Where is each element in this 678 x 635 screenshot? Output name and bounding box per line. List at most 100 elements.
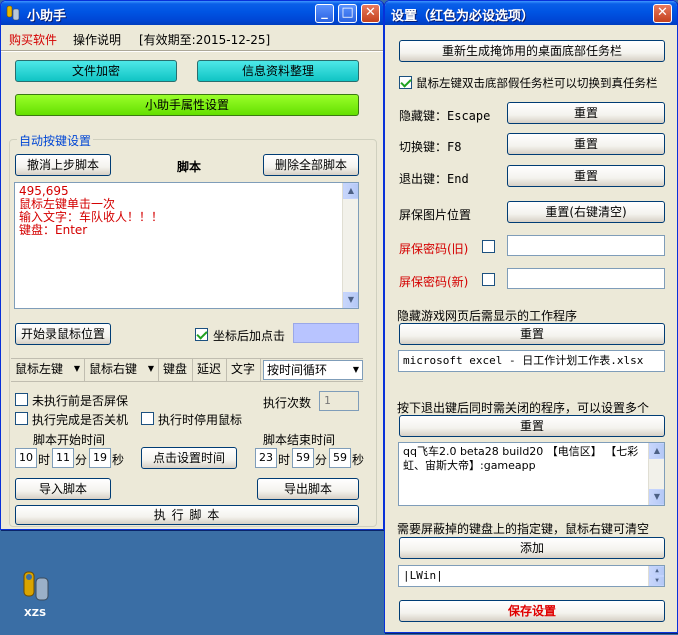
regen-taskbar-button[interactable]: 重新生成掩饰用的桌面底部任务栏 [399, 40, 665, 62]
close-button[interactable]: ✕ [361, 4, 380, 23]
pwd-old-input[interactable] [507, 235, 665, 256]
scroll-up-icon[interactable]: ▲ [343, 183, 358, 199]
close-programs-textarea[interactable]: qq飞车2.0 beta28 build20 【电信区】 【七彩虹、宙斯大帝】:… [398, 442, 665, 506]
pwd-new-label: 屏保密码(新) [399, 275, 469, 289]
scroll-down-icon[interactable]: ▼ [343, 292, 358, 308]
hidden-program-input[interactable]: microsoft excel - 日工作计划工作表.xlsx [398, 350, 665, 372]
close-programs-reset-button[interactable]: 重置 [399, 415, 665, 437]
start-hour-input[interactable]: 10 [15, 448, 37, 468]
coord-color-swatch[interactable] [293, 323, 359, 343]
main-window-title: 小助手 [27, 9, 67, 24]
dblclick-taskbar-checkbox[interactable] [399, 76, 412, 89]
unit-minute: 分 [315, 453, 328, 467]
dropdown-arrow-icon: ▼ [147, 364, 154, 373]
file-encrypt-button[interactable]: 文件加密 [15, 60, 177, 82]
dblclick-taskbar-label: 鼠标左键双击底部假任务栏可以切换到真任务栏 [416, 76, 658, 90]
helper-settings-button[interactable]: 小助手属性设置 [15, 94, 359, 116]
start-second-input[interactable]: 19 [89, 448, 111, 468]
script-textarea[interactable]: 495,695 鼠标左键单击一次 输入文字：车队收人！！！ 键盘：Enter ▲… [14, 182, 359, 309]
dropdown-arrow-icon: ▼ [73, 364, 80, 373]
minimize-button[interactable]: _ [315, 4, 334, 23]
pwd-new-checkbox[interactable] [482, 273, 495, 286]
set-time-button[interactable]: 点击设置时间 [141, 447, 237, 469]
script-scrollbar[interactable]: ▲ ▼ [342, 183, 358, 308]
delay-button[interactable]: 延迟 [193, 359, 227, 381]
coord-click-checkbox[interactable] [195, 328, 208, 341]
action-toolbar: 鼠标左键 ▼ 鼠标右键 ▼ 键盘 延迟 文字 按时间循环 ▼ [11, 358, 363, 382]
export-script-button[interactable]: 导出脚本 [257, 478, 359, 500]
exit-key-label: 退出键：End [399, 172, 469, 186]
settings-titlebar[interactable]: 设置（红色为必设选项） ✕ [385, 1, 677, 25]
pwd-new-input[interactable] [507, 268, 665, 289]
settings-window: 设置（红色为必设选项） ✕ 重新生成掩饰用的桌面底部任务栏 鼠标左键双击底部假任… [384, 0, 678, 633]
expiry-text: [有效期至:2015-12-25] [139, 33, 271, 47]
add-block-key-button[interactable]: 添加 [399, 537, 665, 559]
exec-count-label: 执行次数 [263, 396, 312, 410]
desktop-app-icon[interactable] [18, 568, 58, 608]
save-settings-button[interactable]: 保存设置 [399, 600, 665, 622]
hidden-program-reset-button[interactable]: 重置 [399, 323, 665, 345]
main-titlebar[interactable]: 小助手 _ □ ✕ [1, 1, 383, 25]
right-click-dropdown[interactable]: 鼠标右键 ▼ [85, 359, 159, 381]
screensaver-before-label: 未执行前是否屏保 [32, 394, 129, 408]
stop-mouse-checkbox[interactable] [141, 412, 154, 425]
autokey-group-title: 自动按键设置 [17, 132, 94, 149]
block-keys-label: 需要屏蔽掉的键盘上的指定键，鼠标右键可清空 [397, 522, 650, 536]
close-icon: ✕ [365, 5, 376, 20]
pwd-old-label: 屏保密码(旧) [399, 242, 469, 256]
unit-second: 秒 [112, 453, 125, 467]
unit-minute: 分 [75, 453, 88, 467]
screensaver-before-checkbox[interactable] [15, 393, 28, 406]
loop-mode-value: 按时间循环 [267, 363, 328, 377]
key-icon [23, 571, 49, 601]
app-key-icon [6, 5, 20, 21]
coord-click-label: 坐标后加点击 [213, 329, 286, 343]
switch-key-reset-button[interactable]: 重置 [507, 133, 665, 155]
block-keys-scrollbar[interactable]: ▲ ▼ [648, 566, 664, 586]
pwd-old-checkbox[interactable] [482, 240, 495, 253]
shutdown-checkbox[interactable] [15, 412, 28, 425]
settings-close-button[interactable]: ✕ [653, 4, 672, 23]
scroll-down-icon[interactable]: ▼ [649, 489, 664, 505]
execute-script-button[interactable]: 执 行 脚 本 [15, 505, 359, 525]
maximize-button[interactable]: □ [338, 4, 357, 23]
keyboard-button[interactable]: 键盘 [159, 359, 193, 381]
exec-count-input[interactable]: 1 [319, 391, 359, 411]
undo-script-button[interactable]: 撤消上步脚本 [15, 154, 111, 176]
close-programs-scrollbar[interactable]: ▲ ▼ [648, 443, 664, 505]
import-script-button[interactable]: 导入脚本 [15, 478, 111, 500]
hide-key-reset-button[interactable]: 重置 [507, 102, 665, 124]
switch-key-label: 切换键：F8 [399, 140, 462, 154]
scroll-up-icon[interactable]: ▲ [649, 566, 664, 576]
block-keys-value: |LWin| [403, 569, 443, 582]
start-minute-input[interactable]: 11 [52, 448, 74, 468]
text-button[interactable]: 文字 [227, 359, 261, 381]
close-icon: ✕ [657, 5, 668, 20]
unit-second: 秒 [352, 453, 365, 467]
record-mouse-button[interactable]: 开始录鼠标位置 [15, 323, 111, 345]
delete-all-scripts-button[interactable]: 删除全部脚本 [263, 154, 359, 176]
end-minute-input[interactable]: 59 [292, 448, 314, 468]
end-time-label: 脚本结束时间 [263, 433, 336, 447]
scroll-down-icon[interactable]: ▼ [649, 576, 664, 586]
start-time-label: 脚本开始时间 [33, 433, 106, 447]
info-organize-button[interactable]: 信息资料整理 [197, 60, 359, 82]
scroll-up-icon[interactable]: ▲ [649, 443, 664, 459]
right-click-label: 鼠标右键 [89, 362, 138, 376]
menu-buy[interactable]: 购买软件 [9, 31, 57, 48]
menu-help[interactable]: 操作说明 [73, 31, 121, 48]
shutdown-label: 执行完成是否关机 [32, 413, 129, 427]
hidden-program-label: 隐藏游戏网页后需显示的工作程序 [397, 309, 578, 323]
close-programs-value: qq飞车2.0 beta28 build20 【电信区】 【七彩虹、宙斯大帝】:… [403, 445, 639, 472]
block-keys-input[interactable]: |LWin| ▲ ▼ [398, 565, 665, 587]
menu-separator [1, 50, 383, 52]
script-line: 键盘：Enter [19, 223, 88, 237]
exit-key-reset-button[interactable]: 重置 [507, 165, 665, 187]
left-click-dropdown[interactable]: 鼠标左键 ▼ [11, 359, 85, 381]
end-hour-input[interactable]: 23 [255, 448, 277, 468]
screensaver-pos-reset-button[interactable]: 重置(右键清空) [507, 201, 665, 223]
loop-mode-select[interactable]: 按时间循环 ▼ [263, 360, 363, 380]
close-programs-label: 按下退出键后同时需关闭的程序，可以设置多个 [397, 401, 650, 415]
end-second-input[interactable]: 59 [329, 448, 351, 468]
script-label: 脚本 [177, 160, 202, 174]
